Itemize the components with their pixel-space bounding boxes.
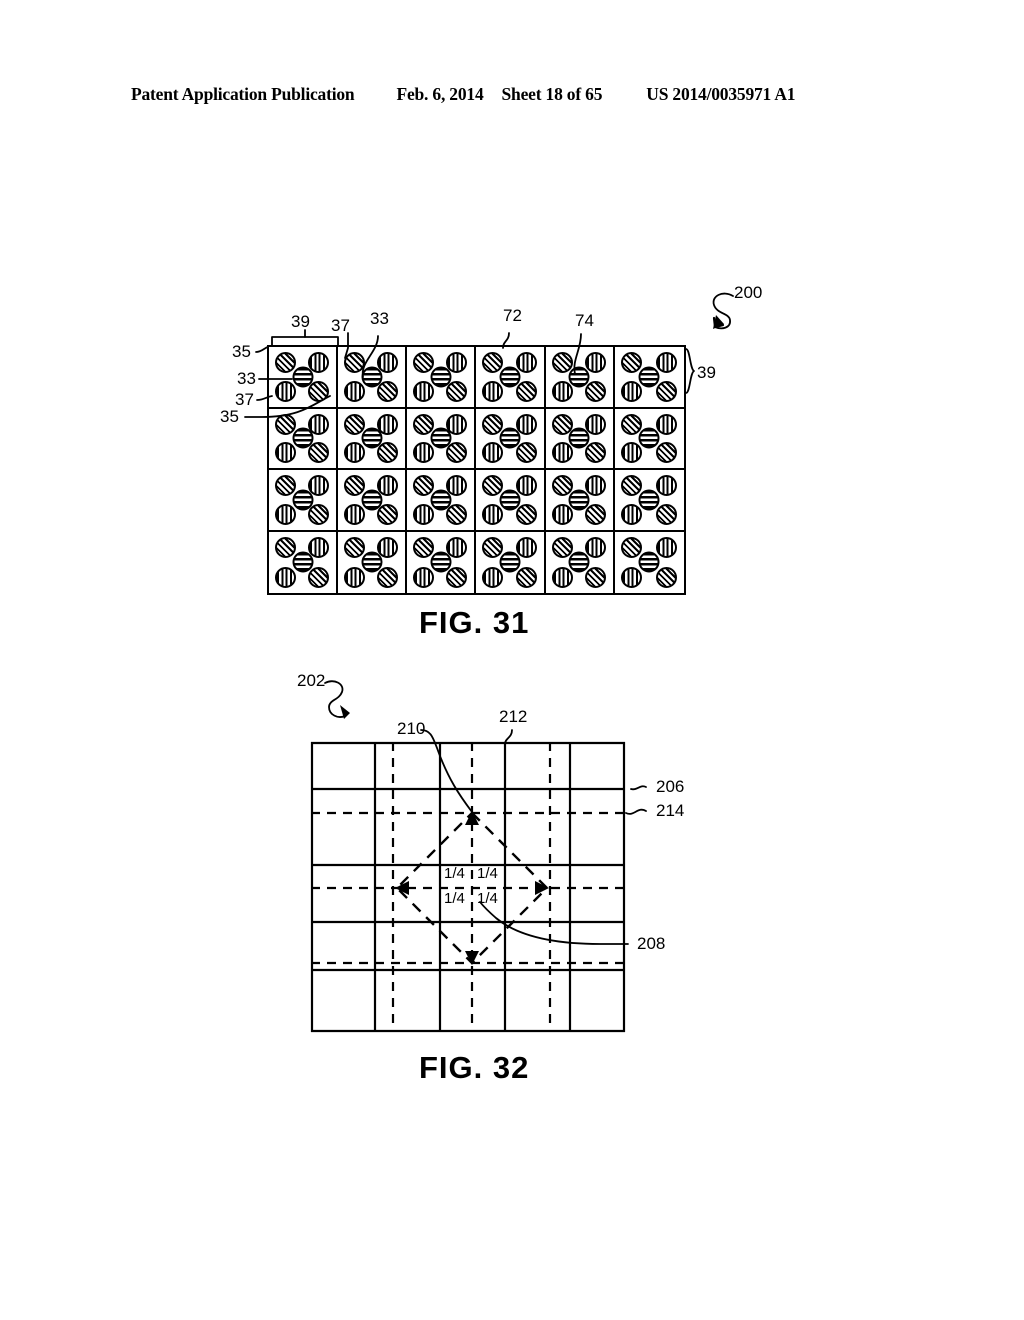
fig32-label-202: 202 xyxy=(297,671,326,690)
fig32-label-208: 208 xyxy=(637,934,666,953)
fig32-quadrant-value-bl: 1/4 xyxy=(444,890,465,907)
fig32-quadrant-value-tl: 1/4 xyxy=(444,865,465,882)
fig32-label-206: 206 xyxy=(656,777,685,796)
fig32-quadrant-value-br: 1/4 xyxy=(477,890,498,907)
fig32-label-212: 212 xyxy=(499,707,528,726)
fig32-quadrant-value-tr: 1/4 xyxy=(477,865,498,882)
fig32-label-210: 210 xyxy=(397,719,426,738)
fig32-leader-lines xyxy=(324,680,647,945)
fig32-label-214: 214 xyxy=(656,801,685,820)
fig32-caption: FIG. 32 xyxy=(419,1050,530,1085)
